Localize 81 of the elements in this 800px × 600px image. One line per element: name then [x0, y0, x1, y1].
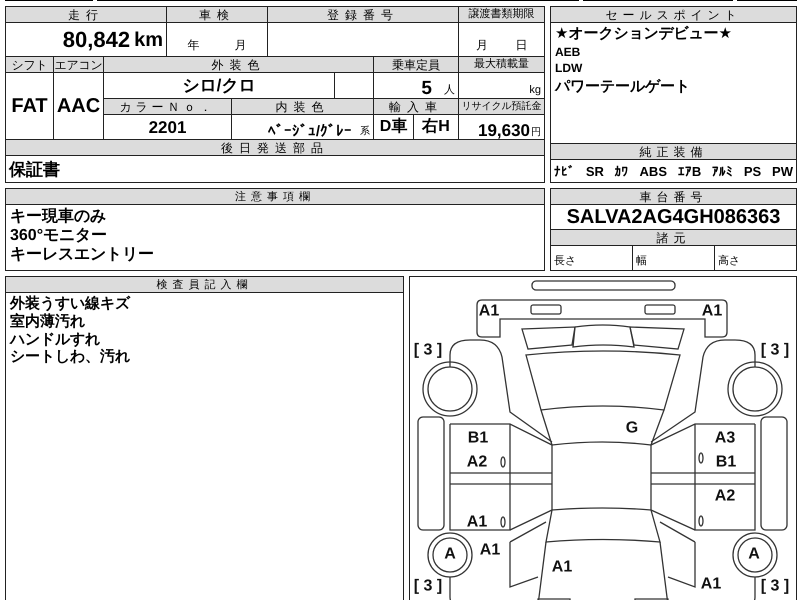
- column-header: エアコン: [54, 57, 103, 72]
- shift-value: FAT: [6, 73, 53, 139]
- column-header: カラーＮｏ．: [104, 99, 231, 114]
- inspector-note-text: 外装うすい線キズ: [10, 296, 132, 312]
- column-header: 内装色: [232, 99, 373, 114]
- damage-code: [ 3 ]: [414, 342, 442, 358]
- spec-field: 幅: [633, 246, 714, 270]
- damage-code: A: [748, 546, 760, 562]
- damage-code: A1: [478, 302, 500, 320]
- damage-code: A: [444, 546, 456, 562]
- note-text: キーレスエントリー: [10, 246, 155, 264]
- unit-label: 円: [531, 128, 541, 138]
- equipment-item: ｱﾙﾐ: [712, 164, 734, 178]
- sales-point-text: パワーテールゲート: [555, 78, 691, 96]
- unit-label: kg: [529, 85, 541, 96]
- equipment-item: PS: [744, 164, 762, 178]
- note-text: キー現車のみ: [10, 208, 107, 226]
- sales-point-text: LDW: [555, 62, 584, 76]
- equipment-item: ﾅﾋﾞ: [554, 164, 575, 178]
- damage-code: [ 3 ]: [760, 578, 790, 594]
- sales-point-text: AEB: [555, 46, 582, 60]
- column-header: 登録番号: [268, 7, 458, 22]
- section-header: セールスポイント: [551, 7, 796, 22]
- damage-code: A1: [552, 558, 572, 576]
- spec-field: 長さ: [551, 246, 632, 270]
- note-text: 360°モニター: [10, 226, 108, 245]
- import-value: 右H: [414, 115, 458, 139]
- section-header: 車台番号: [551, 189, 796, 204]
- inspector-note-text: 室内薄汚れ: [10, 314, 86, 331]
- inspector-note-text: ハンドルすれ: [10, 332, 100, 348]
- section-header: 検査員記入欄: [6, 277, 403, 293]
- sales-point-text: ★オークションデビュー★: [555, 26, 733, 43]
- damage-code: A3: [714, 430, 736, 446]
- column-header: 外装色: [104, 57, 373, 72]
- unit-label: 人: [444, 85, 455, 96]
- section-header: 純正装備: [551, 144, 796, 159]
- damage-code: [ 3 ]: [760, 342, 790, 358]
- section-header: 注意事項欄: [6, 189, 544, 205]
- equipment-item: SR: [586, 164, 604, 178]
- inspector-note-text: シートしわ、汚れ: [10, 349, 131, 366]
- unit-label: 系: [360, 127, 370, 137]
- mileage-value: 80,842: [62, 28, 130, 50]
- recycling-fee-value: 19,630: [478, 122, 530, 139]
- column-header: リサイクル預託金: [459, 99, 544, 114]
- unit-label: 日: [515, 39, 528, 51]
- exterior-color-value: シロ/クロ: [104, 73, 334, 98]
- unit-label: km: [134, 30, 163, 50]
- column-header: 譲渡書類期限: [459, 7, 544, 22]
- damage-code: G: [626, 420, 638, 436]
- equipment-item: ｶﾜ: [614, 164, 629, 178]
- section-header: 諸元: [551, 230, 796, 245]
- equipment-item: ｴｱB: [678, 164, 702, 178]
- spec-field: 高さ: [715, 246, 796, 270]
- column-header: 車検: [167, 7, 267, 22]
- damage-code: A1: [480, 542, 500, 558]
- damage-code: B1: [716, 454, 736, 470]
- equipment-item: ABS: [640, 164, 667, 178]
- section-header: 後日発送部品: [6, 140, 544, 155]
- column-header: 最大積載量: [459, 57, 544, 72]
- interior-color-value: ﾍﾞｰｼﾞｭ/ｸﾞﾚｰ: [268, 124, 352, 139]
- unit-label: 年: [188, 39, 200, 51]
- damage-code: A1: [466, 514, 488, 530]
- column-header: 輸入車: [374, 99, 458, 114]
- import-value: D車: [374, 115, 413, 139]
- damage-code: A2: [714, 488, 736, 504]
- later-parts-value: 保証書: [6, 156, 544, 182]
- damage-code: B1: [468, 430, 488, 446]
- unit-label: 月: [234, 39, 246, 51]
- chassis-number-value: SALVA2AG4GH086363: [551, 205, 796, 229]
- column-header: シフト: [6, 57, 53, 72]
- seating-value: 5: [421, 79, 432, 98]
- column-header: 乗車定員: [374, 57, 458, 72]
- damage-code: A1: [702, 302, 722, 320]
- color-number-value: 2201: [104, 115, 231, 139]
- damage-code: A2: [466, 454, 488, 470]
- damage-code: [ 3 ]: [414, 578, 442, 594]
- air-conditioning-value: AAC: [54, 73, 103, 139]
- damage-code: A1: [700, 576, 722, 592]
- unit-label: 月: [476, 39, 488, 51]
- column-header: 走行: [6, 7, 166, 22]
- equipment-item: PW: [772, 164, 793, 178]
